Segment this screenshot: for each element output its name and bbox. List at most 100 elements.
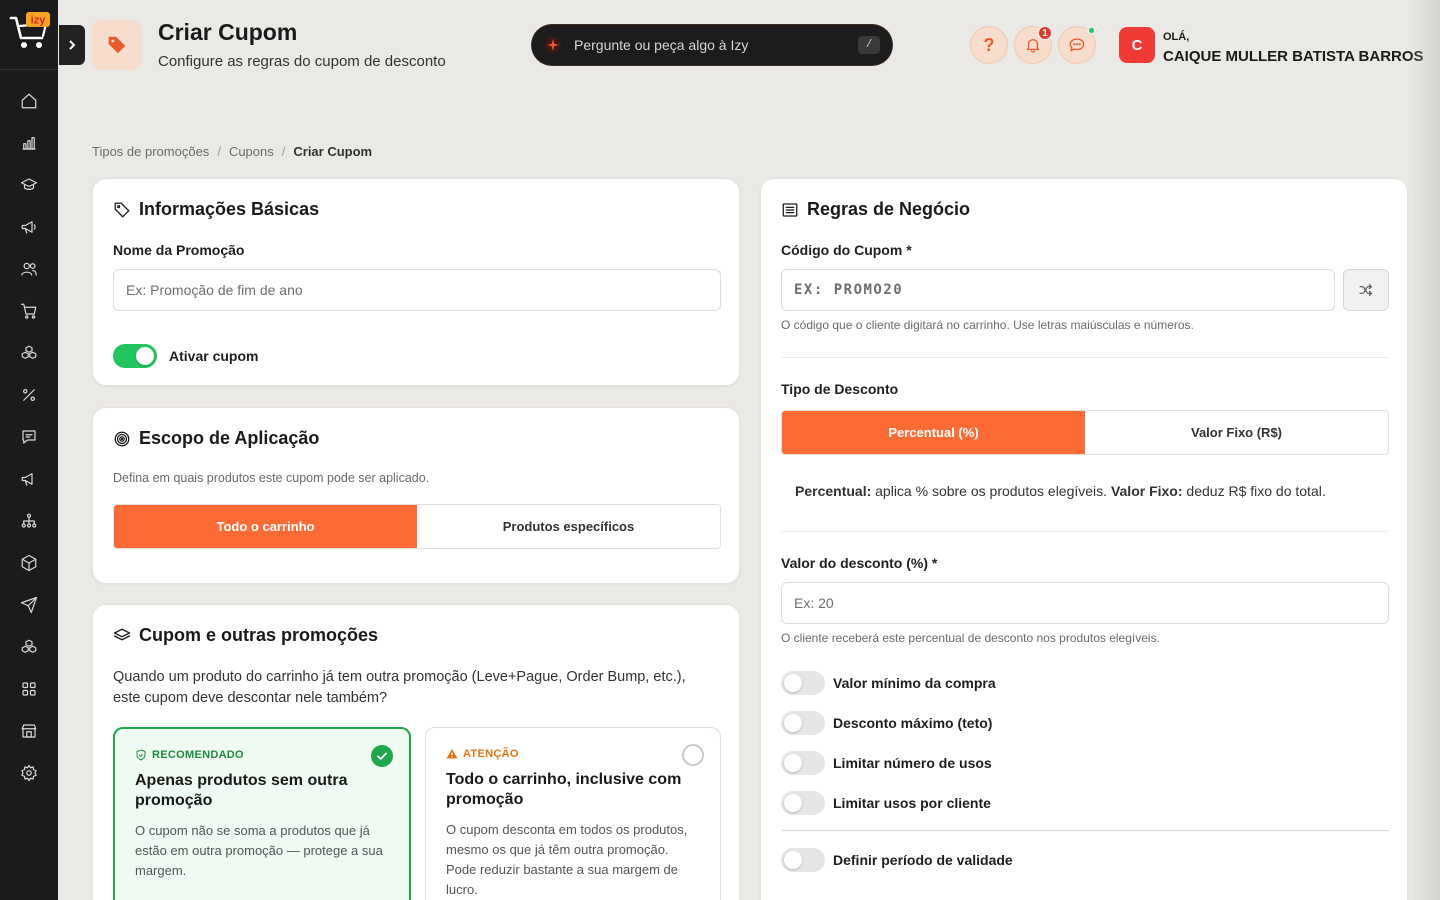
home-icon[interactable] [18,90,40,112]
sidebar: izy [0,0,58,900]
toggle-knob [784,794,802,812]
activate-coupon-label: Ativar cupom [169,348,259,364]
ask-placeholder: Pergunte ou peça algo à Izy [574,37,749,53]
chat-icon [1069,38,1085,52]
option-warning[interactable]: ATENÇÃO Todo o carrinho, inclusive com p… [425,727,721,900]
users-icon[interactable] [18,258,40,280]
shield-check-icon [136,749,146,761]
generate-code-button[interactable] [1343,269,1389,311]
discount-type-percent[interactable]: Percentual (%) [782,411,1085,454]
option-recommended[interactable]: RECOMENDADO Apenas produtos sem outra pr… [113,727,411,900]
chat-button[interactable] [1058,26,1096,64]
megaphone-icon[interactable] [18,216,40,238]
shuffle-icon [1359,284,1372,296]
warning-description: O cupom desconta em todos os produtos, m… [446,822,688,897]
breadcrumb: Tipos de promoções / Cupons / Criar Cupo… [92,144,372,159]
basic-info-title: Informações Básicas [113,199,319,220]
izy-logo[interactable]: izy [8,12,50,52]
stacking-title-text: Cupom e outras promoções [139,625,379,645]
breadcrumb-current: Criar Cupom [293,144,373,159]
promotion-name-label: Nome da Promoção [113,242,245,258]
notification-badge: 1 [1037,25,1053,41]
page-subtitle: Configure as regras do cupom de desconto [158,53,446,70]
coupon-code-input[interactable] [781,269,1335,311]
page-title: Criar Cupom [158,19,298,45]
percent-icon[interactable] [18,384,40,406]
graduation-cap-icon[interactable] [18,174,40,196]
send-icon[interactable] [18,594,40,616]
message-icon[interactable] [18,426,40,448]
discount-type-fixed[interactable]: Valor Fixo (R$) [1085,411,1388,454]
explain-percent-text: aplica % sobre os produtos elegíveis. [871,483,1111,499]
limit-uses-per-customer-label: Limitar usos por cliente [833,795,991,811]
network-icon[interactable] [18,510,40,532]
limit-uses-per-customer-toggle[interactable] [781,791,825,815]
scope-title: Escopo de Aplicação [113,428,319,449]
warning-tag: ATENÇÃO [446,748,700,760]
max-discount-toggle[interactable] [781,711,825,735]
boxes-icon[interactable] [18,342,40,364]
scope-option-whole-cart[interactable]: Todo o carrinho [114,505,417,548]
scope-title-text: Escopo de Aplicação [139,428,320,448]
validity-period-toggle[interactable] [781,848,825,872]
limit-uses-label: Limitar número de usos [833,755,992,771]
shortcut-key: / [858,36,880,54]
expand-sidebar-button[interactable] [59,25,85,65]
basic-info-title-text: Informações Básicas [139,199,320,219]
discount-type-selector: Percentual (%) Valor Fixo (R$) [781,410,1389,455]
breadcrumb-promotion-types[interactable]: Tipos de promoções [92,144,209,159]
discount-value-input[interactable] [781,582,1389,624]
recommended-title: Apenas produtos sem outra promoção [135,772,348,809]
tag-icon [114,202,130,217]
min-purchase-label: Valor mínimo da compra [833,675,996,691]
discount-type-label: Tipo de Desconto [781,381,899,397]
recommended-tag-text: RECOMENDADO [152,749,244,761]
discount-value-label: Valor do desconto (%) * [781,555,938,571]
breadcrumb-separator: / [217,144,221,159]
toggle-knob [784,714,802,732]
section-divider [781,830,1389,831]
breadcrumb-coupons[interactable]: Cupons [229,144,274,159]
breadcrumb-separator: / [281,144,286,159]
rules-title-text: Regras de Negócio [807,199,971,219]
chevron-right-icon [69,40,76,50]
logo-text: izy [31,15,47,27]
coupon-code-label: Código do Cupom * [781,242,912,258]
user-name[interactable]: CAIQUE MULLER BATISTA BARROS [1163,48,1424,65]
package-icon[interactable] [18,552,40,574]
store-icon[interactable] [18,720,40,742]
page-tag-icon [92,20,142,70]
toggle-knob [784,674,802,692]
shopping-cart-icon[interactable] [18,300,40,322]
help-button[interactable]: ? [970,26,1008,64]
toggle-knob [784,754,802,772]
promotion-name-input[interactable] [113,269,721,311]
limit-uses-toggle[interactable] [781,751,825,775]
toggle-knob [784,851,802,869]
megaphone-icon[interactable] [18,468,40,490]
warning-tag-text: ATENÇÃO [463,748,519,760]
basic-info-card: Informações Básicas Nome da Promoção Ati… [92,178,740,386]
grid-icon[interactable] [18,678,40,700]
ask-izy-input[interactable]: Pergunte ou peça algo à Izy / [532,25,892,65]
explain-fixed-text: deduz R$ fixo do total. [1182,483,1326,499]
boxes-icon[interactable] [18,636,40,658]
list-icon [782,202,798,217]
recommended-description: O cupom não se soma a produtos que já es… [135,823,383,878]
explain-fixed-label: Valor Fixo: [1110,483,1183,499]
online-indicator [1087,26,1096,35]
explain-percent-label: Percentual: [795,483,872,499]
stacking-card: Cupom e outras promoções Quando um produ… [92,604,740,900]
stacking-question: Quando um produto do carrinho já tem out… [113,669,686,706]
notifications-button[interactable]: 1 [1014,25,1053,64]
greeting: OLÁ, [1163,31,1190,43]
scope-option-specific-products[interactable]: Produtos específicos [417,505,720,548]
radio-unselected[interactable] [682,744,704,766]
activate-coupon-toggle[interactable] [113,344,157,368]
bar-chart-icon[interactable] [18,132,40,154]
settings-icon[interactable] [18,762,40,784]
min-purchase-toggle[interactable] [781,671,825,695]
avatar[interactable]: C [1119,27,1155,63]
stacking-title: Cupom e outras promoções [113,625,378,646]
section-divider [781,357,1389,358]
